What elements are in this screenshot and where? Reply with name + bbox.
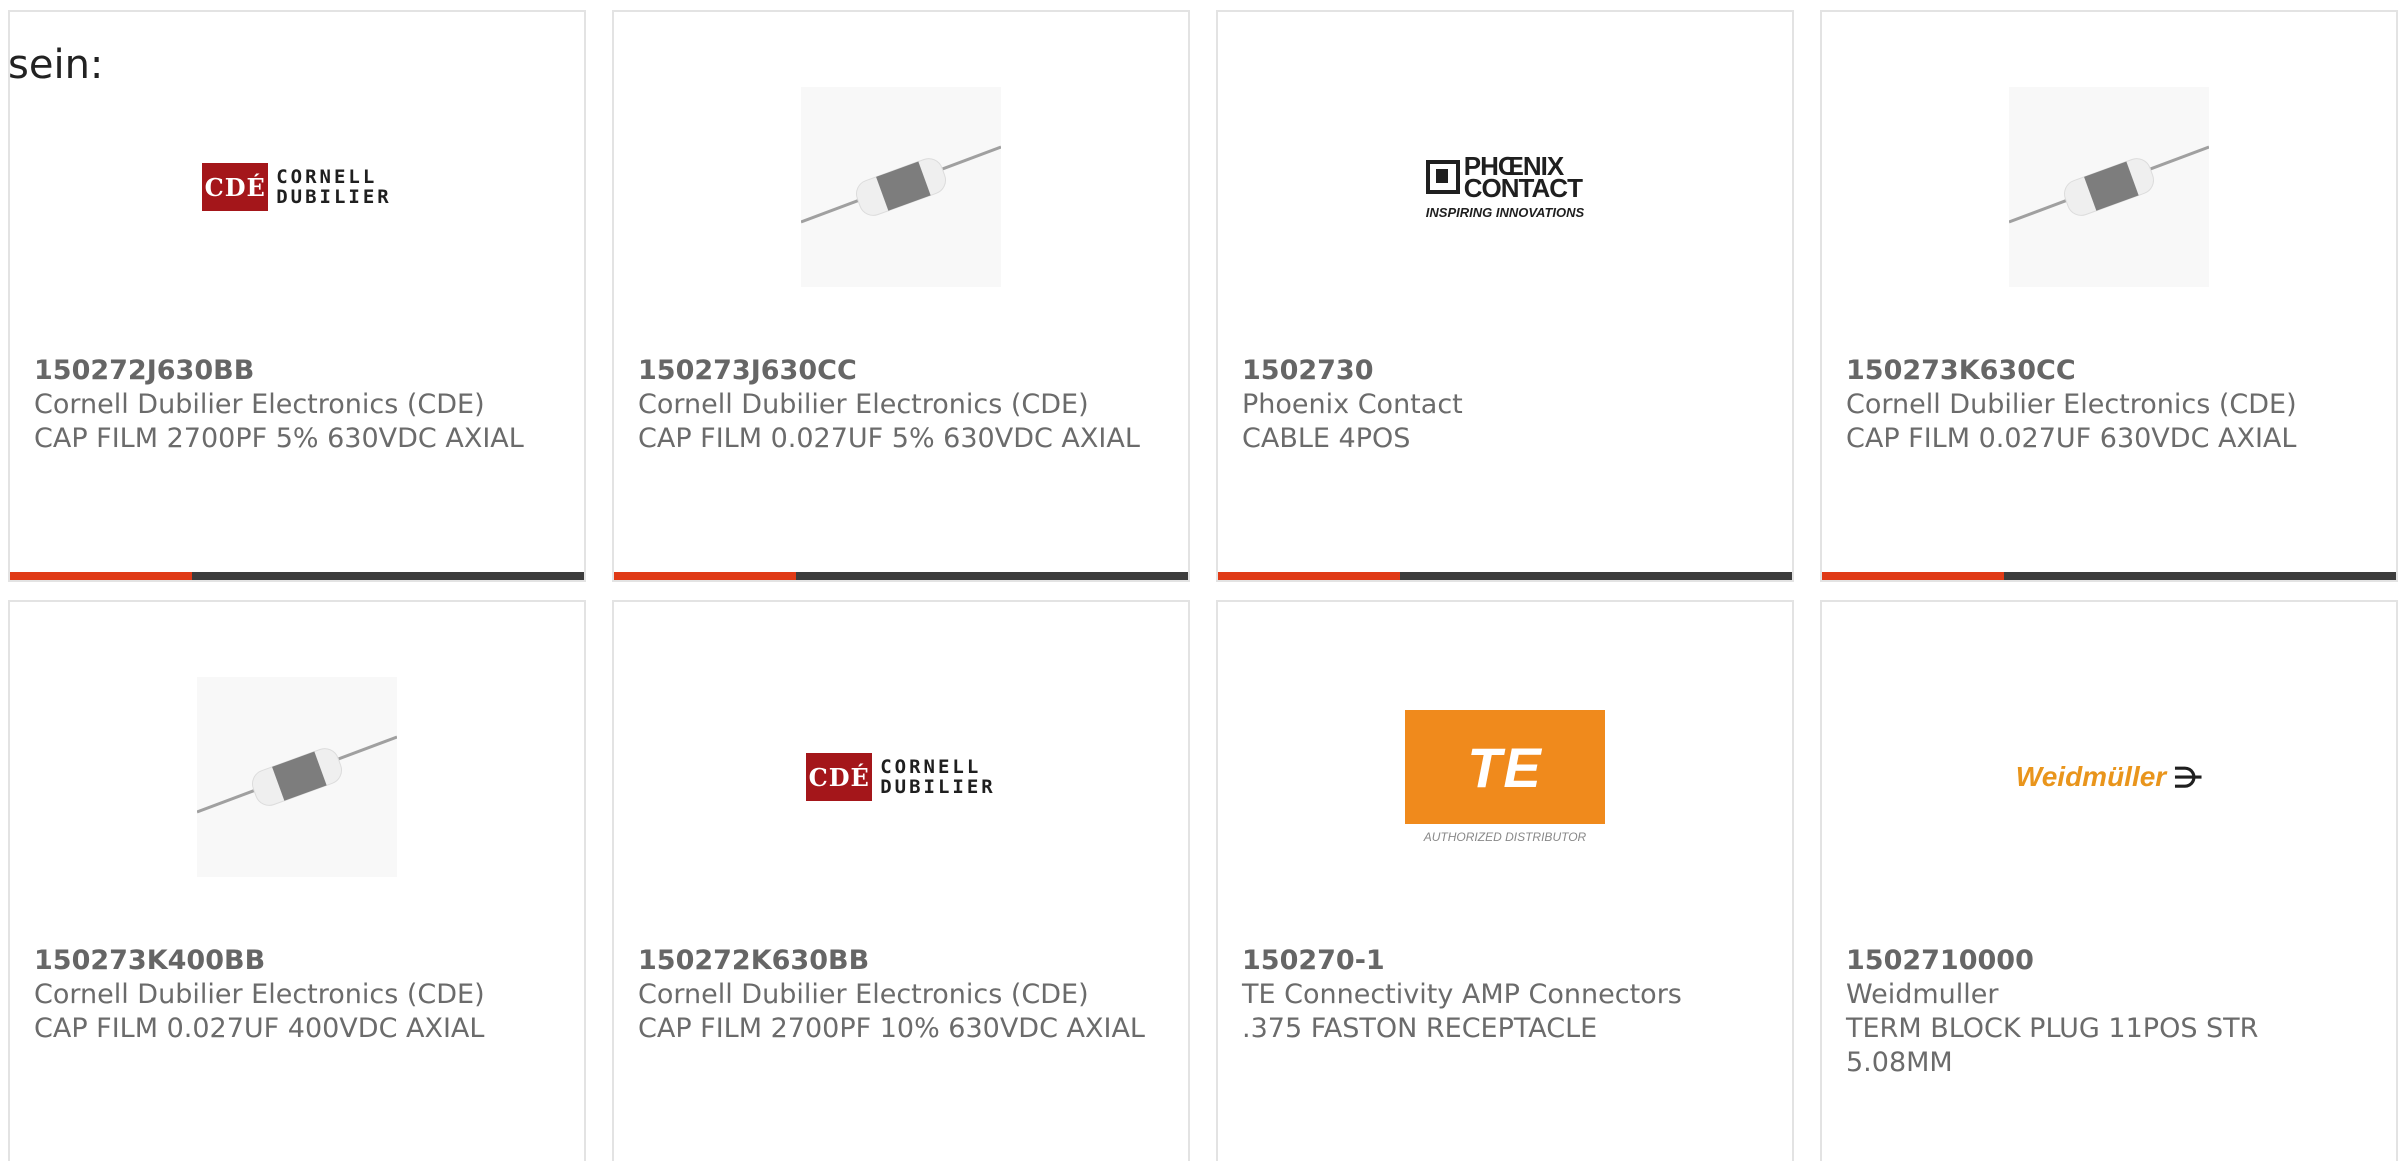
- manufacturer-name: Cornell Dubilier Electronics (CDE): [638, 979, 1089, 1010]
- weidmuller-word: Weidmüller: [2015, 761, 2167, 792]
- phoenix-mark-icon: [1425, 159, 1460, 194]
- card-bottom-strip: [10, 572, 584, 580]
- cornell-dubilier-logo: CDÉ CORNELL DUBILIER: [202, 163, 392, 211]
- product-info: 150273K400BB Cornell Dubilier Electronic…: [34, 944, 554, 1046]
- weidmuller-mark-icon: ⋺: [2174, 761, 2203, 793]
- product-info: 150273K630CC Cornell Dubilier Electronic…: [1846, 354, 2366, 456]
- product-info: 1502710000 Weidmuller TERM BLOCK PLUG 11…: [1846, 944, 2366, 1080]
- cde-mark: CDÉ: [806, 753, 873, 801]
- axial-capacitor-image: [801, 87, 1001, 287]
- card-bottom-strip: [614, 572, 1188, 580]
- part-number-link[interactable]: 150272J630BB: [34, 354, 554, 388]
- part-number-link[interactable]: 150272K630BB: [638, 944, 1158, 978]
- product-image[interactable]: [614, 82, 1188, 292]
- manufacturer-name: Cornell Dubilier Electronics (CDE): [638, 389, 1089, 420]
- product-card[interactable]: TE AUTHORIZED DISTRIBUTOR 150270-1 TE Co…: [1216, 600, 1794, 1161]
- product-card[interactable]: CDÉ CORNELL DUBILIER 150272K630BB Cornel…: [612, 600, 1190, 1161]
- product-description: CABLE 4POS: [1242, 423, 1411, 454]
- product-card[interactable]: 150273K630CC Cornell Dubilier Electronic…: [1820, 10, 2398, 582]
- product-card[interactable]: 150273K400BB Cornell Dubilier Electronic…: [8, 600, 586, 1161]
- product-info: 150270-1 TE Connectivity AMP Connectors …: [1242, 944, 1762, 1046]
- product-card[interactable]: 150273J630CC Cornell Dubilier Electronic…: [612, 10, 1190, 582]
- axial-capacitor-image: [197, 677, 397, 877]
- product-card[interactable]: Weidmüller ⋺ 1502710000 Weidmuller TERM …: [1820, 600, 2398, 1161]
- te-connectivity-logo: TE AUTHORIZED DISTRIBUTOR: [1405, 710, 1605, 844]
- product-grid: CDÉ CORNELL DUBILIER 150272J630BB Cornel…: [8, 10, 2398, 1161]
- strip-accent: [1218, 572, 1400, 580]
- product-image[interactable]: Weidmüller ⋺: [1822, 672, 2396, 882]
- strip-accent: [1822, 572, 2004, 580]
- part-number-link[interactable]: 150270-1: [1242, 944, 1762, 978]
- product-info: 1502730 Phoenix Contact CABLE 4POS: [1242, 354, 1762, 456]
- card-bottom-strip: [1822, 572, 2396, 580]
- product-card[interactable]: CDÉ CORNELL DUBILIER 150272J630BB Cornel…: [8, 10, 586, 582]
- strip-accent: [10, 572, 192, 580]
- cde-line2: DUBILIER: [276, 186, 392, 208]
- cde-line1: CORNELL: [276, 166, 378, 188]
- phoenix-tagline: INSPIRING INNOVATIONS: [1425, 204, 1585, 220]
- product-description: CAP FILM 2700PF 10% 630VDC AXIAL: [638, 1013, 1145, 1044]
- product-info: 150272K630BB Cornell Dubilier Electronic…: [638, 944, 1158, 1046]
- part-number-link[interactable]: 150273K630CC: [1846, 354, 2366, 388]
- product-description: CAP FILM 0.027UF 400VDC AXIAL: [34, 1013, 485, 1044]
- manufacturer-name: Weidmuller: [1846, 979, 1999, 1010]
- manufacturer-name: TE Connectivity AMP Connectors: [1242, 979, 1682, 1010]
- part-number-link[interactable]: 150273K400BB: [34, 944, 554, 978]
- cde-line1: CORNELL: [880, 756, 982, 778]
- product-info: 150272J630BB Cornell Dubilier Electronic…: [34, 354, 554, 456]
- phoenix-contact-logo: PHŒNIX CONTACT INSPIRING INNOVATIONS: [1425, 153, 1585, 220]
- te-mark: TE: [1405, 710, 1605, 824]
- cde-mark: CDÉ: [202, 163, 269, 211]
- strip-accent: [614, 572, 796, 580]
- product-description: TERM BLOCK PLUG 11POS STR 5.08MM: [1846, 1013, 2259, 1078]
- part-number-link[interactable]: 1502730: [1242, 354, 1762, 388]
- product-grid-page: sein: CDÉ CORNELL DUBILIER 150272J630BB …: [0, 0, 2400, 1161]
- product-image[interactable]: CDÉ CORNELL DUBILIER: [10, 82, 584, 292]
- manufacturer-name: Cornell Dubilier Electronics (CDE): [34, 979, 485, 1010]
- manufacturer-name: Phoenix Contact: [1242, 389, 1463, 420]
- product-image[interactable]: CDÉ CORNELL DUBILIER: [614, 672, 1188, 882]
- te-tagline: AUTHORIZED DISTRIBUTOR: [1423, 830, 1587, 844]
- product-image[interactable]: PHŒNIX CONTACT INSPIRING INNOVATIONS: [1218, 82, 1792, 292]
- manufacturer-name: Cornell Dubilier Electronics (CDE): [1846, 389, 2297, 420]
- product-description: CAP FILM 0.027UF 630VDC AXIAL: [1846, 423, 2297, 454]
- product-description: CAP FILM 0.027UF 5% 630VDC AXIAL: [638, 423, 1140, 454]
- product-info: 150273J630CC Cornell Dubilier Electronic…: [638, 354, 1158, 456]
- axial-capacitor-image: [2009, 87, 2209, 287]
- product-image[interactable]: [1822, 82, 2396, 292]
- product-image[interactable]: TE AUTHORIZED DISTRIBUTOR: [1218, 672, 1792, 882]
- intro-text: sein:: [8, 42, 104, 88]
- cde-line2: DUBILIER: [880, 776, 996, 798]
- product-card[interactable]: PHŒNIX CONTACT INSPIRING INNOVATIONS 150…: [1216, 10, 1794, 582]
- weidmuller-logo: Weidmüller ⋺: [2016, 761, 2202, 794]
- card-bottom-strip: [1218, 572, 1792, 580]
- cornell-dubilier-logo: CDÉ CORNELL DUBILIER: [806, 753, 996, 801]
- manufacturer-name: Cornell Dubilier Electronics (CDE): [34, 389, 485, 420]
- product-image[interactable]: [10, 672, 584, 882]
- part-number-link[interactable]: 150273J630CC: [638, 354, 1158, 388]
- product-description: .375 FASTON RECEPTACLE: [1242, 1013, 1598, 1044]
- product-description: CAP FILM 2700PF 5% 630VDC AXIAL: [34, 423, 524, 454]
- phoenix-line2: CONTACT: [1463, 172, 1583, 203]
- part-number-link[interactable]: 1502710000: [1846, 944, 2366, 978]
